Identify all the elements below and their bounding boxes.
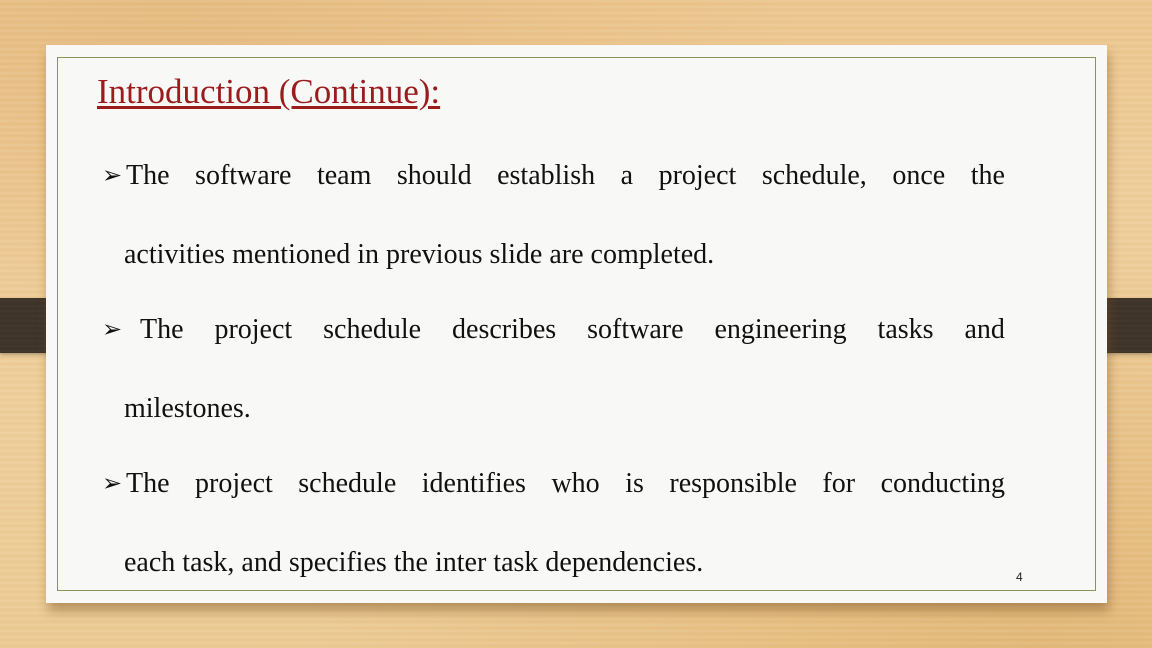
word: engineering <box>714 314 847 345</box>
word: identifies <box>421 468 526 499</box>
word: should <box>396 160 472 191</box>
word: schedule <box>298 468 397 499</box>
word: the <box>970 160 1005 191</box>
bullet-lead: ➢ The <box>102 137 170 216</box>
word: conducting <box>880 468 1005 499</box>
bullet-line-1: ➢ The project schedule identifies who is… <box>102 445 1005 524</box>
bullet-item-3: ➢ The project schedule identifies who is… <box>102 445 1005 601</box>
word: for <box>822 468 856 499</box>
word: The <box>126 160 170 191</box>
bullet-item-1: ➢ The software team should establish a p… <box>102 137 1005 293</box>
word: establish <box>497 160 596 191</box>
bullet-lead: ➢ The <box>102 445 170 524</box>
page-number: 4 <box>1016 570 1023 584</box>
word: tasks <box>877 314 934 345</box>
word: who <box>551 468 600 499</box>
arrowhead-bullet-icon: ➢ <box>102 163 123 189</box>
word: and <box>964 314 1005 345</box>
word: team <box>316 160 372 191</box>
word: responsible <box>669 468 797 499</box>
word: project <box>195 468 273 499</box>
word: schedule <box>323 314 422 345</box>
word: The <box>126 468 170 499</box>
word: schedule, <box>761 160 867 191</box>
bullet-continuation: activities mentioned in previous slide a… <box>124 239 715 270</box>
bullet-item-2: ➢ The project schedule describes softwar… <box>102 291 1005 447</box>
word: software <box>587 314 684 345</box>
word: project <box>214 314 293 345</box>
bullet-continuation: milestones. <box>124 393 251 424</box>
arrowhead-bullet-icon: ➢ <box>102 471 123 497</box>
bullet-line-1: ➢ The project schedule describes softwar… <box>102 291 1005 370</box>
word: once <box>892 160 946 191</box>
word: is <box>625 468 644 499</box>
word: The <box>140 314 184 345</box>
arrowhead-bullet-icon: ➢ <box>102 317 123 343</box>
word: describes <box>452 314 557 345</box>
bullet-continuation: each task, and specifies the inter task … <box>124 547 704 578</box>
slide-title: Introduction (Continue): <box>97 72 441 111</box>
word: a <box>620 160 634 191</box>
word: software <box>195 160 292 191</box>
bullet-lead: ➢ The <box>102 291 184 370</box>
bullet-line-1: ➢ The software team should establish a p… <box>102 137 1005 216</box>
word: project <box>658 160 737 191</box>
